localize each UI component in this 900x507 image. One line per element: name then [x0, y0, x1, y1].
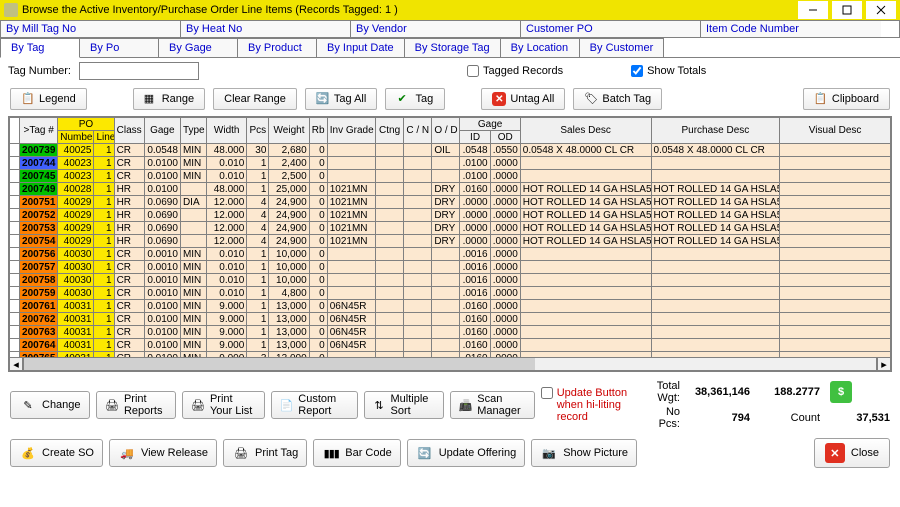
pencil-icon: ✎ — [19, 396, 37, 414]
table-row[interactable]: 200745400231CR0.0100MIN0.01012,5000.0100… — [10, 170, 891, 183]
show-totals-checkbox[interactable] — [631, 65, 643, 77]
tab-by-location[interactable]: By Location — [500, 38, 580, 57]
legend-button[interactable]: 📋 Legend — [10, 88, 87, 110]
tab-by-input-date[interactable]: By Input Date — [316, 38, 405, 57]
batch-tag-icon: 🏷 — [584, 92, 598, 106]
bar-code-button[interactable]: ▮▮▮Bar Code — [313, 439, 400, 467]
printer-icon: 🖨 — [105, 396, 119, 414]
untag-icon: ✕ — [492, 92, 506, 106]
check-icon: ✔ — [397, 92, 411, 106]
print-your-list-button[interactable]: 🖨Print Your List — [182, 391, 265, 419]
table-row[interactable]: 200762400311CR0.0100MIN9.000113,000006N4… — [10, 313, 891, 326]
table-row[interactable]: 200751400291HR0.0690DIA12.000424,9000102… — [10, 196, 891, 209]
printer-icon: 🖨 — [191, 396, 205, 414]
camera-icon: 📷 — [540, 444, 558, 462]
close-button[interactable]: ✕ Close — [814, 438, 890, 468]
table-row[interactable]: 200761400311CR0.0100MIN9.000113,000006N4… — [10, 300, 891, 313]
filter-vendor[interactable]: By Vendor — [351, 21, 521, 37]
tab-by-gage[interactable]: By Gage — [158, 38, 238, 57]
print-reports-button[interactable]: 🖨Print Reports — [96, 391, 176, 419]
filter-heat-no[interactable]: By Heat No — [181, 21, 351, 37]
filter-bar: By Mill Tag No By Heat No By Vendor Cust… — [0, 20, 900, 38]
printer-icon: 🖨 — [232, 444, 250, 462]
multiple-sort-button[interactable]: ⇅Multiple Sort — [364, 391, 444, 419]
table-row[interactable]: 200754400291HR0.069012.000424,90001021MN… — [10, 235, 891, 248]
table-row[interactable]: 200744400231CR0.0100MIN0.01012,4000.0100… — [10, 157, 891, 170]
table-row[interactable]: 200753400291HR0.069012.000424,90001021MN… — [10, 222, 891, 235]
titlebar: Browse the Active Inventory/Purchase Ord… — [0, 0, 900, 20]
data-grid[interactable]: >Tag #POClassGageTypeWidthPcsWeightRbInv… — [8, 116, 892, 372]
app-icon — [4, 3, 18, 17]
totals-box: Total Wgt: 38,361,146 188.2777 $ No Pcs:… — [657, 380, 890, 430]
window-title: Browse the Active Inventory/Purchase Ord… — [22, 4, 398, 16]
table-row[interactable]: 200763400311CR0.0100MIN9.000113,000006N4… — [10, 326, 891, 339]
tab-by-product[interactable]: By Product — [237, 38, 317, 57]
range-button[interactable]: ▦ Range — [133, 88, 205, 110]
dollar-icon[interactable]: $ — [830, 381, 852, 403]
tab-by-storage-tag[interactable]: By Storage Tag — [404, 38, 501, 57]
table-row[interactable]: 200764400311CR0.0100MIN9.000113,000006N4… — [10, 339, 891, 352]
update-icon: 🔄 — [416, 444, 434, 462]
report-icon: 📄 — [280, 396, 294, 414]
toolbar: 📋 Legend ▦ Range Clear Range 🔄 Tag All ✔… — [0, 84, 900, 114]
table-row[interactable]: 200757400301CR0.0010MIN0.010110,0000.001… — [10, 261, 891, 274]
legend-icon: 📋 — [21, 92, 35, 106]
close-icon: ✕ — [825, 443, 845, 463]
print-tag-button[interactable]: 🖨Print Tag — [223, 439, 307, 467]
tab-by-customer[interactable]: By Customer — [579, 38, 665, 57]
clear-range-button[interactable]: Clear Range — [213, 88, 297, 110]
update-offering-button[interactable]: 🔄Update Offering — [407, 439, 525, 467]
truck-icon: 🚚 — [118, 444, 136, 462]
tagged-records-label: Tagged Records — [483, 65, 563, 77]
scanner-icon: 📠 — [459, 396, 473, 414]
filter-item-code[interactable]: Item Code Number — [701, 21, 881, 37]
tag-number-label: Tag Number: — [8, 65, 71, 77]
table-row[interactable]: 200739400251CR0.0548MIN48.000302,6800OIL… — [10, 144, 891, 157]
close-window-button[interactable] — [866, 1, 896, 19]
view-release-button[interactable]: 🚚View Release — [109, 439, 217, 467]
tag-button[interactable]: ✔ Tag — [385, 88, 445, 110]
scroll-left-arrow[interactable]: ◂ — [9, 357, 23, 371]
filter-mill-tag[interactable]: By Mill Tag No — [1, 21, 181, 37]
untag-all-button[interactable]: ✕ Untag All — [481, 88, 565, 110]
scroll-right-arrow[interactable]: ▸ — [877, 357, 891, 371]
tag-all-button[interactable]: 🔄 Tag All — [305, 88, 377, 110]
custom-report-button[interactable]: 📄Custom Report — [271, 391, 358, 419]
show-totals-label: Show Totals — [647, 65, 706, 77]
table-row[interactable]: 200759400301CR0.0010MIN0.01014,8000.0016… — [10, 287, 891, 300]
clipboard-icon: 📋 — [814, 92, 828, 106]
tag-number-input[interactable] — [79, 62, 199, 80]
coin-icon: 💰 — [19, 444, 37, 462]
tag-all-icon: 🔄 — [316, 92, 330, 106]
sort-icon: ⇅ — [373, 396, 386, 414]
change-button[interactable]: ✎Change — [10, 391, 90, 419]
tab-row: By Tag By Po By Gage By Product By Input… — [0, 38, 900, 58]
tab-by-tag[interactable]: By Tag — [0, 38, 80, 58]
minimize-button[interactable] — [798, 1, 828, 19]
table-row[interactable]: 200752400291HR0.069012.000424,90001021MN… — [10, 209, 891, 222]
create-so-button[interactable]: 💰Create SO — [10, 439, 103, 467]
scan-manager-button[interactable]: 📠Scan Manager — [450, 391, 535, 419]
tagged-records-checkbox[interactable] — [467, 65, 479, 77]
update-button-checkbox-wrap: Update Button when hi-liting record — [541, 387, 651, 423]
show-picture-button[interactable]: 📷Show Picture — [531, 439, 637, 467]
batch-tag-button[interactable]: 🏷 Batch Tag — [573, 88, 662, 110]
tab-by-po[interactable]: By Po — [79, 38, 159, 57]
filter-customer-po[interactable]: Customer PO — [521, 21, 701, 37]
maximize-button[interactable] — [832, 1, 862, 19]
table-row[interactable]: 200749400281HR0.010048.000125,00001021MN… — [10, 183, 891, 196]
update-button-checkbox[interactable] — [541, 387, 553, 399]
clipboard-button[interactable]: 📋 Clipboard — [803, 88, 890, 110]
range-icon: ▦ — [144, 92, 158, 106]
table-row[interactable]: 200756400301CR0.0010MIN0.010110,0000.001… — [10, 248, 891, 261]
barcode-icon: ▮▮▮ — [322, 444, 340, 462]
table-row[interactable]: 200758400301CR0.0010MIN0.010110,0000.001… — [10, 274, 891, 287]
horizontal-scrollbar[interactable]: ◂ ▸ — [9, 357, 891, 371]
